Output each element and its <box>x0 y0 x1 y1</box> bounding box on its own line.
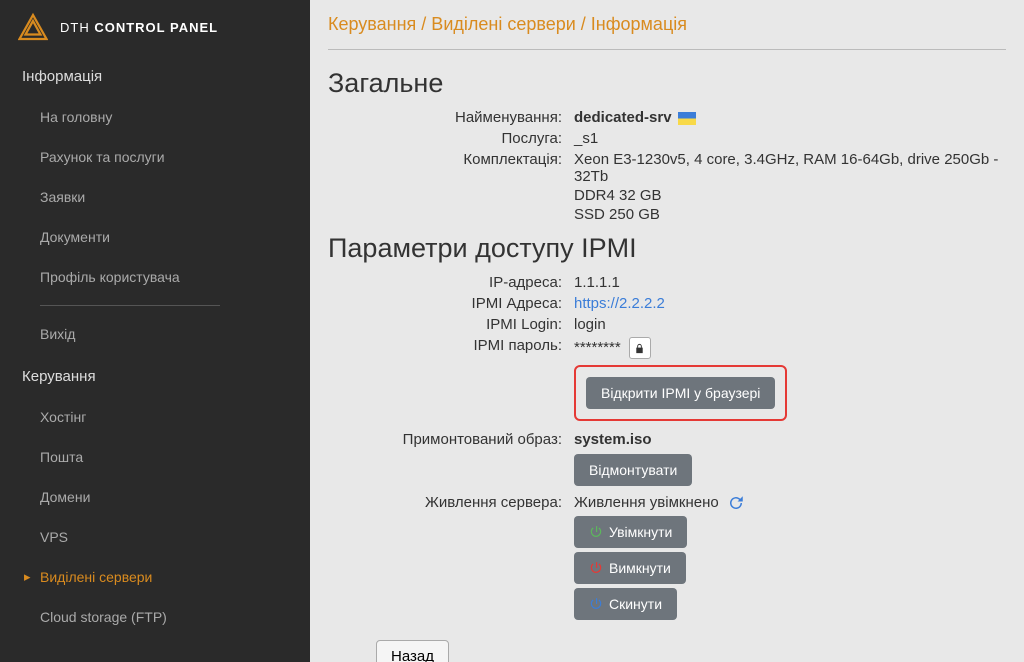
sidebar-header: DTH CONTROL PANEL <box>0 0 310 54</box>
sidebar-item-dedicated[interactable]: Виділені сервери <box>0 557 310 597</box>
ipmi-address-link[interactable]: https://2.2.2.2 <box>574 295 665 312</box>
nav-divider <box>40 305 220 306</box>
brand-pre: DTH <box>60 20 94 35</box>
breadcrumb: Керування / Виділені сервери / Інформаці… <box>328 14 1006 50</box>
power-off-label: Вимкнути <box>609 560 671 576</box>
label-ip: IP-адреса: <box>328 272 568 293</box>
refresh-icon[interactable] <box>727 494 745 512</box>
value-ipmi-login: login <box>568 314 1006 335</box>
config-line3: SSD 250 GB <box>574 206 1006 223</box>
brand-label: DTH CONTROL PANEL <box>60 20 218 35</box>
sidebar-item-tickets[interactable]: Заявки <box>0 177 310 217</box>
label-ipmi-pass: IPMI пароль: <box>328 335 568 361</box>
value-power: Живлення увімкнено Увімкнути Вимкнути Ск… <box>568 492 1006 626</box>
back-button[interactable]: Назад <box>376 640 449 662</box>
value-ip: 1.1.1.1 <box>568 272 1006 293</box>
unmount-button[interactable]: Відмонтувати <box>574 454 692 486</box>
section-title-general: Загальне <box>328 68 1006 99</box>
power-icon <box>589 597 603 611</box>
label-mounted: Примонтований образ: <box>328 429 568 492</box>
value-name: dedicated-srv <box>568 107 1006 128</box>
sidebar-item-profile[interactable]: Профіль користувача <box>0 257 310 297</box>
sidebar-item-documents[interactable]: Документи <box>0 217 310 257</box>
value-service: _s1 <box>568 128 1006 149</box>
open-ipmi-button[interactable]: Відкрити IPMI у браузері <box>586 377 775 409</box>
nav-section-manage: Керування <box>0 354 310 397</box>
value-mounted: system.iso Відмонтувати <box>568 429 1006 492</box>
nav-heading-manage: Керування <box>22 368 288 385</box>
power-icon <box>589 525 603 539</box>
config-line2: DDR4 32 GB <box>574 187 1006 204</box>
main-content: Керування / Виділені сервери / Інформаці… <box>310 0 1024 662</box>
value-config: Xeon E3-1230v5, 4 core, 3.4GHz, RAM 16-6… <box>568 149 1006 227</box>
sidebar-item-hosting[interactable]: Хостінг <box>0 397 310 437</box>
power-status-row: Живлення увімкнено <box>574 494 1006 512</box>
label-name: Найменування: <box>328 107 568 128</box>
sidebar-item-mail[interactable]: Пошта <box>0 437 310 477</box>
sidebar-item-domains[interactable]: Домени <box>0 477 310 517</box>
power-on-label: Увімкнути <box>609 524 672 540</box>
sidebar-item-billing[interactable]: Рахунок та послуги <box>0 137 310 177</box>
nav-section-info: Інформація <box>0 54 310 97</box>
power-off-button[interactable]: Вимкнути <box>574 552 686 584</box>
label-service: Послуга: <box>328 128 568 149</box>
sidebar-item-logout[interactable]: Вихід <box>0 314 310 354</box>
sidebar-item-vps[interactable]: VPS <box>0 517 310 557</box>
power-status-text: Живлення увімкнено <box>574 494 719 511</box>
power-reset-label: Скинути <box>609 596 662 612</box>
power-reset-button[interactable]: Скинути <box>574 588 677 620</box>
mounted-image-name: system.iso <box>574 431 1006 448</box>
power-on-button[interactable]: Увімкнути <box>574 516 687 548</box>
lock-toggle[interactable] <box>629 337 651 359</box>
open-ipmi-highlight: Відкрити IPMI у браузері <box>574 365 787 421</box>
ipmi-pass-masked: ******** <box>574 339 621 356</box>
config-line1: Xeon E3-1230v5, 4 core, 3.4GHz, RAM 16-6… <box>574 151 1006 185</box>
label-ipmi-addr: IPMI Адреса: <box>328 293 568 314</box>
logo-icon <box>18 12 48 42</box>
sidebar-item-home[interactable]: На головну <box>0 97 310 137</box>
sidebar: DTH CONTROL PANEL Інформація На головну … <box>0 0 310 662</box>
lock-icon <box>634 343 645 354</box>
value-ipmi-pass: ******** <box>568 335 1006 361</box>
flag-ua-icon <box>678 112 696 125</box>
section-title-ipmi: Параметри доступу IPMI <box>328 233 1006 264</box>
value-ipmi-addr: https://2.2.2.2 <box>568 293 1006 314</box>
ipmi-table: IP-адреса: 1.1.1.1 IPMI Адреса: https://… <box>328 272 1006 626</box>
nav-heading-info: Інформація <box>22 68 288 85</box>
label-config: Комплектація: <box>328 149 568 227</box>
server-name-text: dedicated-srv <box>574 109 672 126</box>
label-power: Живлення сервера: <box>328 492 568 626</box>
sidebar-item-cloud-storage[interactable]: Cloud storage (FTP) <box>0 597 310 637</box>
power-icon <box>589 561 603 575</box>
label-ipmi-login: IPMI Login: <box>328 314 568 335</box>
general-table: Найменування: dedicated-srv Послуга: _s1… <box>328 107 1006 227</box>
brand-bold: CONTROL PANEL <box>94 20 218 35</box>
